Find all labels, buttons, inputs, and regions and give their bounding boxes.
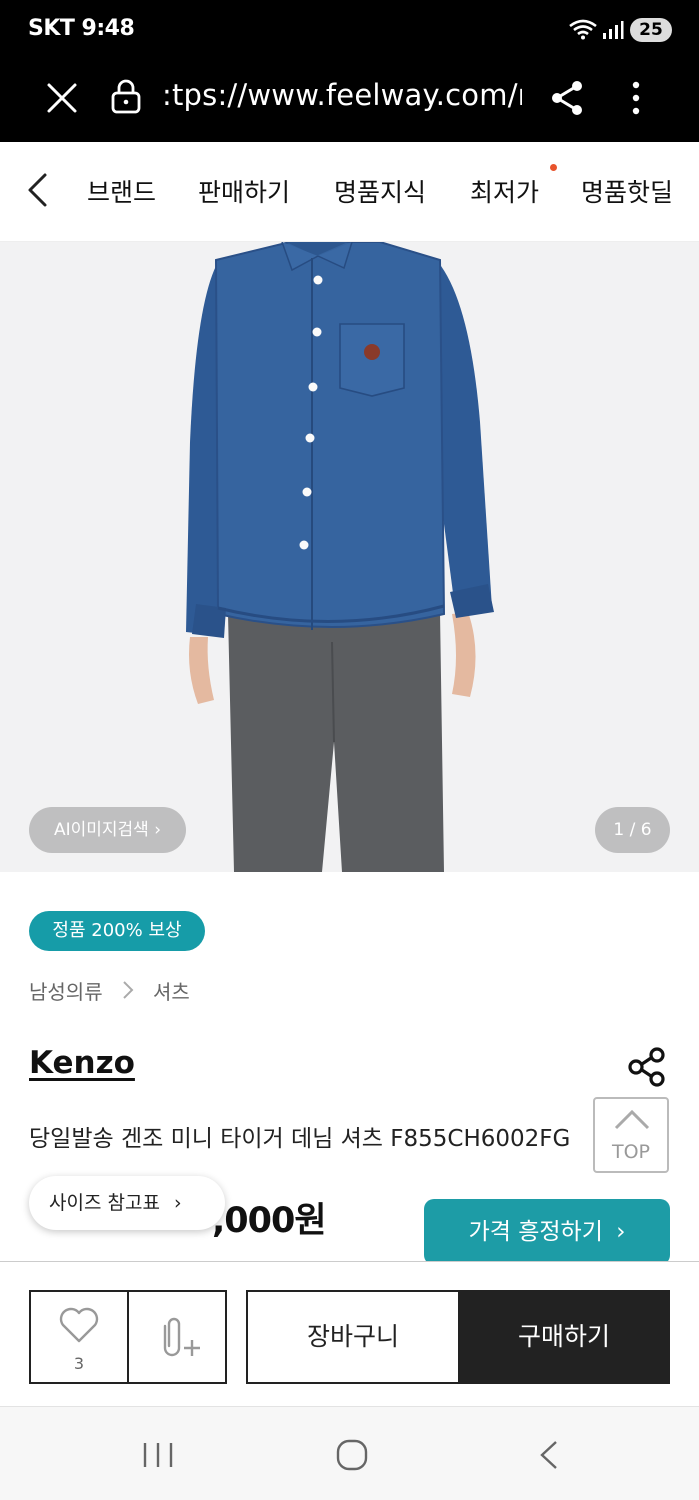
arrow-up-icon [614, 1109, 650, 1130]
scroll-top-button[interactable]: TOP [593, 1097, 669, 1173]
share-icon[interactable] [550, 80, 584, 116]
wishlist-button[interactable]: 3 [29, 1290, 129, 1384]
size-chart-label: 사이즈 참고표 [49, 1192, 160, 1214]
nav-item-knowledge[interactable]: 명품지식 [334, 173, 426, 209]
breadcrumb-chevron-icon [123, 981, 134, 999]
buy-now-button[interactable]: 구매하기 [458, 1290, 670, 1384]
lock-icon[interactable] [110, 78, 142, 114]
breadcrumb-category-2[interactable]: 셔츠 [153, 976, 190, 1005]
chevron-right-icon: › [173, 1192, 182, 1214]
brand-link[interactable]: Kenzo [29, 1045, 135, 1081]
url-field[interactable]: :tps://www.feelway.com/r [162, 78, 522, 118]
status-bar: SKT 9:48 25 [0, 0, 699, 60]
chevron-right-icon: › [616, 1219, 626, 1245]
price-offer-label: 가격 흥정하기 [468, 1219, 603, 1245]
heart-icon [59, 1307, 99, 1343]
new-indicator-dot [550, 164, 557, 171]
nav-item-lowest-price[interactable]: 최저가 [470, 173, 539, 209]
nav-item-brand[interactable]: 브랜드 [87, 173, 156, 209]
wifi-icon [569, 19, 597, 40]
more-menu-icon[interactable] [630, 80, 642, 116]
clip-add-icon [163, 1317, 200, 1357]
category-nav: 브랜드 판매하기 명품지식 최저가 명품핫딜 [0, 142, 699, 242]
system-navigation-bar [0, 1406, 699, 1500]
product-price: ,000원 [212, 1201, 327, 1241]
back-arrow-icon[interactable] [26, 172, 48, 208]
product-image[interactable]: AI이미지검색 › 1 / 6 [0, 242, 699, 872]
add-to-folder-button[interactable] [127, 1290, 227, 1384]
battery-indicator: 25 [630, 18, 672, 42]
home-icon[interactable] [335, 1439, 369, 1471]
back-icon[interactable] [536, 1439, 560, 1471]
add-to-cart-button[interactable]: 장바구니 [246, 1290, 460, 1384]
close-icon[interactable] [46, 82, 78, 114]
guarantee-badge: 정품 200% 보상 [29, 911, 205, 951]
ai-image-search-button[interactable]: AI이미지검색 › [29, 807, 186, 853]
carrier-time: SKT 9:48 [28, 16, 135, 41]
signal-icon [603, 21, 624, 39]
nav-item-sell[interactable]: 판매하기 [198, 173, 290, 209]
browser-toolbar: :tps://www.feelway.com/r [0, 60, 699, 142]
price-offer-button[interactable]: 가격 흥정하기 › [424, 1199, 670, 1265]
recent-apps-icon[interactable] [142, 1441, 174, 1469]
nav-item-hot-deal[interactable]: 명품핫딜 [581, 173, 673, 209]
chevron-right-icon: › [154, 820, 162, 840]
share-product-icon[interactable] [626, 1046, 668, 1088]
size-chart-button[interactable]: 사이즈 참고표 › [29, 1176, 225, 1230]
denim-shirt-photo [0, 242, 699, 872]
wish-count: 3 [73, 1354, 85, 1373]
scroll-top-label: TOP [611, 1141, 651, 1163]
breadcrumb-category-1[interactable]: 남성의류 [29, 976, 103, 1005]
image-counter: 1 / 6 [595, 807, 670, 853]
ai-image-search-label: AI이미지검색 [53, 820, 149, 840]
product-title: 당일발송 겐조 미니 타이거 데님 셔츠 F855CH6002FG [29, 1126, 571, 1152]
